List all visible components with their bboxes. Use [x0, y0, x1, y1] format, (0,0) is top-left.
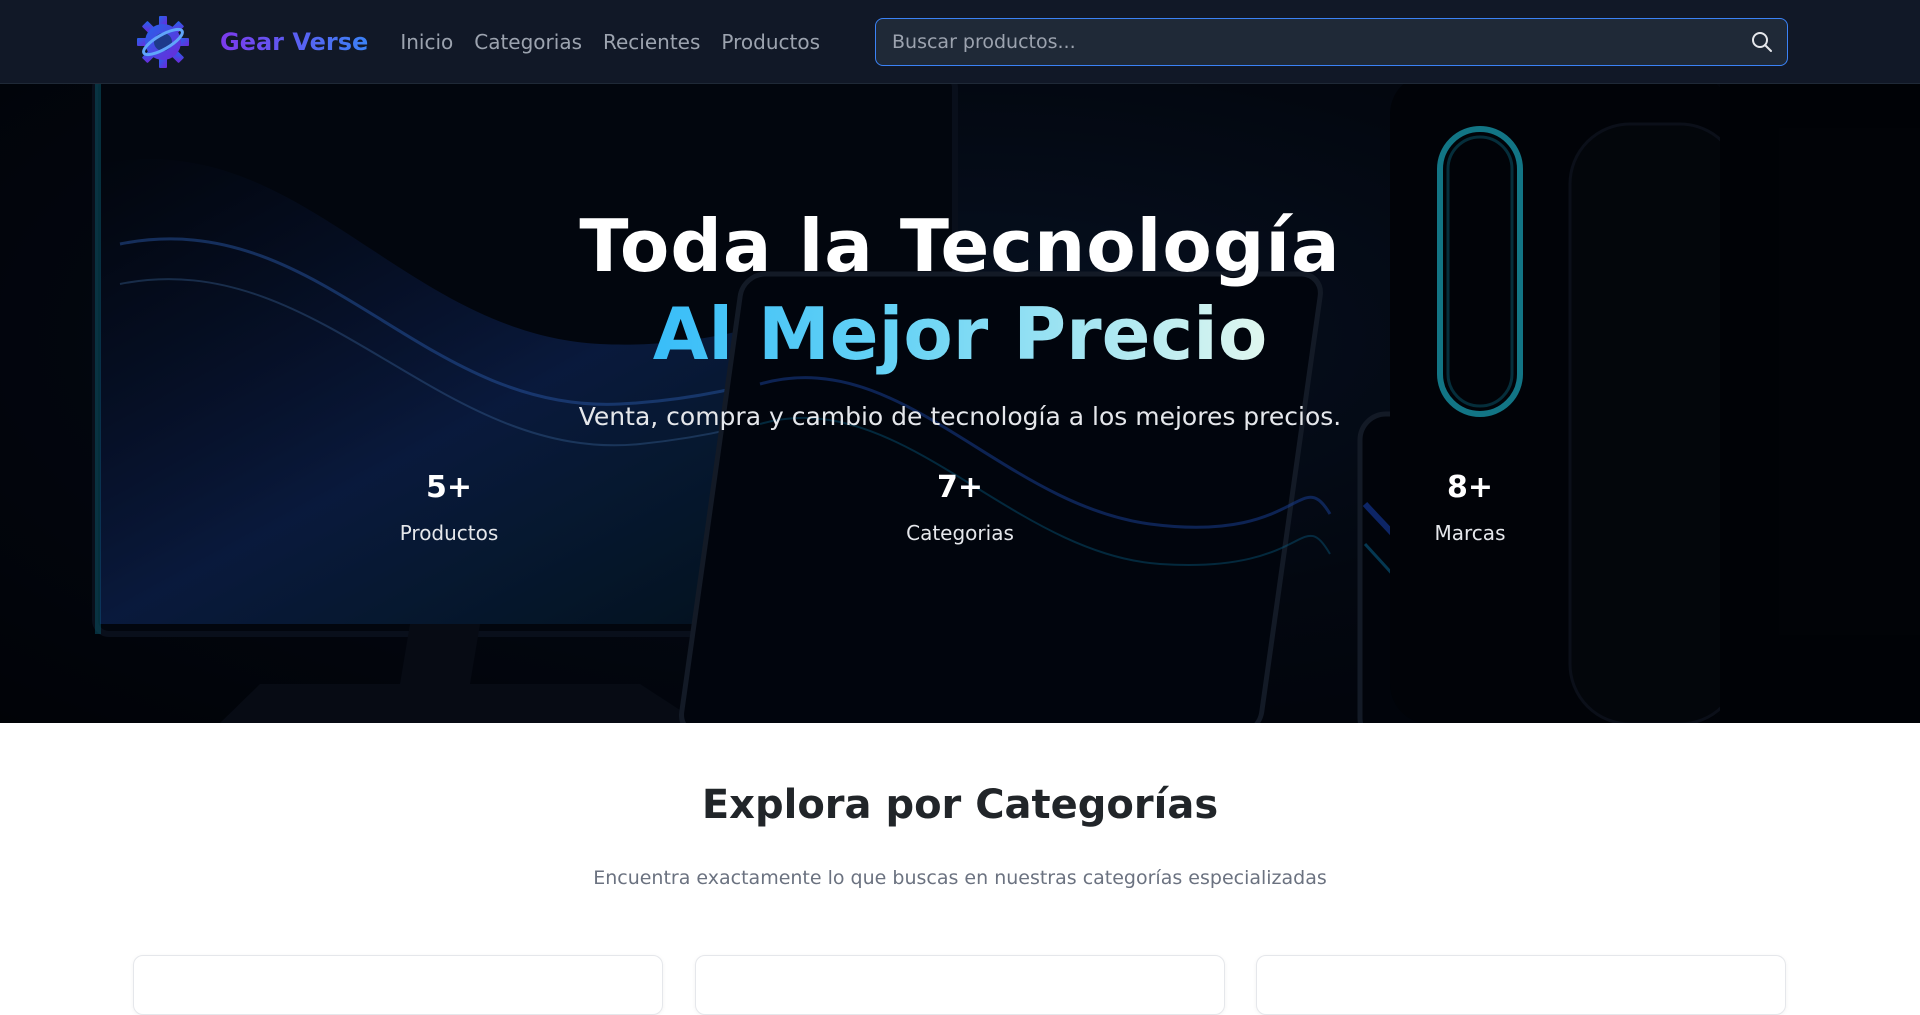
brand-name[interactable]: Gear Verse	[220, 28, 368, 56]
search-icon	[1752, 32, 1772, 52]
hero-content: Toda la Tecnología Al Mejor Precio Venta…	[0, 84, 1920, 723]
categories-subtitle: Encuentra exactamente lo que buscas en n…	[593, 867, 1327, 889]
category-card[interactable]	[1256, 955, 1786, 1015]
hero-subtitle: Venta, compra y cambio de tecnología a l…	[578, 402, 1342, 431]
hero-section: Toda la Tecnología Al Mejor Precio Venta…	[0, 84, 1920, 723]
categories-title: Explora por Categorías	[701, 782, 1219, 828]
search-input[interactable]	[876, 19, 1737, 65]
hero-title-highlight: Al Mejor Precio	[0, 292, 1920, 376]
stat-value: 5+	[425, 470, 472, 505]
stat-label: Marcas	[1434, 521, 1506, 545]
nav-link-categorias[interactable]: Categorias	[474, 30, 582, 54]
stat-categorias: 7+ Categorias	[860, 470, 1060, 545]
stat-label: Categorias	[906, 521, 1014, 545]
nav-links: Inicio Categorias Recientes Productos	[400, 30, 841, 54]
nav-link-productos[interactable]: Productos	[721, 30, 820, 54]
gear-logo-icon[interactable]	[135, 14, 191, 70]
navbar: Gear Verse Inicio Categorias Recientes P…	[0, 0, 1920, 84]
nav-link-inicio[interactable]: Inicio	[400, 30, 453, 54]
stat-value: 8+	[1446, 470, 1493, 505]
category-card[interactable]	[133, 955, 663, 1015]
navbar-container: Gear Verse Inicio Categorias Recientes P…	[135, 0, 1788, 84]
category-card[interactable]	[695, 955, 1225, 1015]
hero-title-highlight-text: Al Mejor Precio	[652, 292, 1268, 376]
stat-value: 7+	[936, 470, 983, 505]
stat-marcas: 8+ Marcas	[1370, 470, 1570, 545]
search-button[interactable]	[1737, 19, 1787, 65]
stat-label: Productos	[399, 521, 499, 545]
hero-title: Toda la Tecnología	[579, 204, 1341, 288]
stat-productos: 5+ Productos	[349, 470, 549, 545]
nav-link-recientes[interactable]: Recientes	[603, 30, 700, 54]
search-box	[875, 18, 1788, 66]
